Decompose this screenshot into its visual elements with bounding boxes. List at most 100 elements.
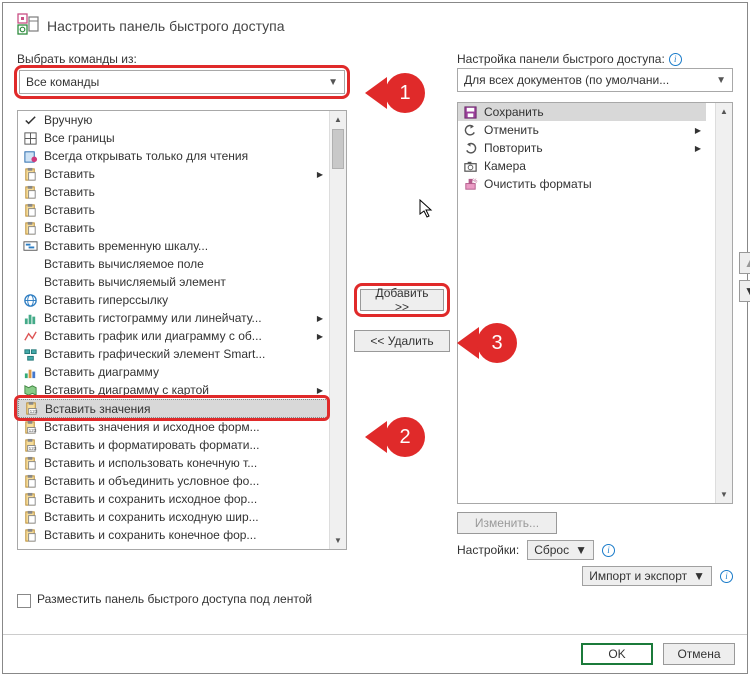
list-item[interactable]: Вставить▶ <box>18 165 328 183</box>
list-item-label: Вставить и объединить условное фо... <box>44 474 310 488</box>
submenu-indicator-icon: ▶ <box>316 170 324 179</box>
undo-icon <box>462 122 478 138</box>
list-item-label: Вставить вычисляемый элемент <box>44 275 310 289</box>
right-column: Настройка панели быстрого доступа: i Для… <box>457 52 733 586</box>
import-export-dropdown[interactable]: Импорт и экспорт ▼ <box>582 566 712 586</box>
svg-text:%: % <box>472 178 477 184</box>
list-item[interactable]: 123Вставить и форматировать формати... <box>18 436 328 454</box>
scroll-up-icon[interactable]: ▲ <box>330 111 346 128</box>
list-item[interactable]: Вставить гистограмму или линейчату...▶ <box>18 309 328 327</box>
paste8-icon <box>22 509 38 525</box>
smart-icon <box>22 346 38 362</box>
ok-button[interactable]: OK <box>581 643 653 665</box>
selected-commands-listbox[interactable]: ▲ ▼ СохранитьОтменить▶Повторить▶ Камера %О… <box>457 102 733 504</box>
redo-icon <box>462 140 478 156</box>
list-item[interactable]: Отменить▶ <box>458 121 706 139</box>
list-item[interactable]: Вставить диаграмму с картой▶ <box>18 381 328 399</box>
callout-3: 3 <box>457 323 517 363</box>
list-item-label: Вставить и сохранить конечное фор... <box>44 528 310 542</box>
scroll-down-icon[interactable]: ▼ <box>330 532 346 549</box>
list-item[interactable]: Вставить вычисляемый элемент <box>18 273 328 291</box>
list-item[interactable]: Вставить <box>18 201 328 219</box>
paste2-icon <box>22 184 38 200</box>
histo-icon <box>22 310 38 326</box>
list-item[interactable]: Вставить диаграмму <box>18 363 328 381</box>
list-item[interactable]: Вставить <box>18 183 328 201</box>
list-item[interactable]: Вставить график или диаграмму с об... ▶ <box>18 327 328 345</box>
list-item[interactable]: Вручную <box>18 111 328 129</box>
dialog: Настроить панель быстрого доступа Выбрат… <box>2 2 748 674</box>
info-icon: i <box>602 544 615 557</box>
qat-target-dropdown[interactable]: Для всех документов (по умолчани... ▼ <box>457 68 733 92</box>
dialog-header: Настроить панель быстрого доступа <box>3 3 747 42</box>
list-item[interactable]: Вставить и использовать конечную т... <box>18 454 328 472</box>
borders-icon <box>22 130 38 146</box>
available-commands-listbox[interactable]: ▲ ▼ Вручную Все границы Всегда открывать т… <box>17 110 347 550</box>
values2-icon: 123 <box>22 419 38 435</box>
list-item-label: Вставить и сохранить исходную шир... <box>44 510 310 524</box>
list-item[interactable]: Всегда открывать только для чтения <box>18 147 328 165</box>
timeline-icon <box>22 238 38 254</box>
chevron-down-icon: ▼ <box>328 77 338 88</box>
chevron-down-icon: ▼ <box>575 543 587 557</box>
paste4-icon <box>22 220 38 236</box>
choose-commands-label: Выбрать команды из: <box>17 52 347 66</box>
list-item-label: Вставить график или диаграмму с об... <box>44 329 310 343</box>
below-ribbon-checkbox[interactable] <box>17 594 31 608</box>
scroll-down-icon[interactable]: ▼ <box>716 486 732 503</box>
list-item-label: Вставить и сохранить исходное фор... <box>44 492 310 506</box>
commands-source-value: Все команды <box>26 75 99 89</box>
list-item-label: Вставить гиперссылку <box>44 293 310 307</box>
map-icon <box>22 382 38 398</box>
callout-1: 1 <box>365 73 425 113</box>
scroll-up-icon[interactable]: ▲ <box>716 103 732 120</box>
list-item-label: Вставить диаграмму с картой <box>44 383 310 397</box>
list-item[interactable]: Сохранить <box>458 103 706 121</box>
add-button[interactable]: Добавить >> <box>360 289 444 311</box>
list-item[interactable]: Вставить и сохранить исходное фор... <box>18 490 328 508</box>
scrollbar-left[interactable]: ▲ ▼ <box>329 111 346 549</box>
submenu-indicator-icon: ▶ <box>316 332 324 341</box>
paste9-icon <box>22 527 38 543</box>
list-item[interactable]: Вставить графический элемент Smart... <box>18 345 328 363</box>
list-item[interactable]: Вставить и сохранить исходную шир... <box>18 508 328 526</box>
list-item[interactable]: 123Вставить значения <box>18 399 328 418</box>
chevron-down-icon: ▼ <box>716 75 726 86</box>
modify-button[interactable]: Изменить... <box>457 512 557 534</box>
list-item-label: Вставить и использовать конечную т... <box>44 456 310 470</box>
list-item[interactable]: %Очистить форматы <box>458 175 706 193</box>
list-item[interactable]: Вставить временную шкалу... <box>18 237 328 255</box>
list-item[interactable]: Вставить и объединить условное фо... <box>18 472 328 490</box>
list-item[interactable]: 123 Вставить значения и исходное форм... <box>18 418 328 436</box>
line-icon <box>22 328 38 344</box>
list-item[interactable]: Вставить вычисляемое поле <box>18 255 328 273</box>
info-icon: i <box>669 53 682 66</box>
below-ribbon-label: Разместить панель быстрого доступа под л… <box>37 592 312 606</box>
cancel-button[interactable]: Отмена <box>663 643 735 665</box>
submenu-indicator-icon: ▶ <box>694 126 702 135</box>
list-item[interactable]: Вставить и сохранить конечное фор... <box>18 526 328 544</box>
list-item[interactable]: Вставить гиперссылку <box>18 291 328 309</box>
list-item[interactable]: Вставить <box>18 219 328 237</box>
move-up-button[interactable]: ▲ <box>739 252 750 274</box>
values3-icon: 123 <box>22 437 38 453</box>
list-item[interactable]: Повторить▶ <box>458 139 706 157</box>
reset-dropdown[interactable]: Сброс ▼ <box>527 540 594 560</box>
list-item-label: Все границы <box>44 131 310 145</box>
remove-button[interactable]: << Удалить <box>354 330 450 352</box>
scrollbar-right[interactable]: ▲ ▼ <box>715 103 732 503</box>
check-icon <box>22 112 38 128</box>
list-item[interactable]: Все границы <box>18 129 328 147</box>
list-item-label: Камера <box>484 159 688 173</box>
commands-source-dropdown[interactable]: Все команды ▼ <box>19 70 345 94</box>
dialog-footer: OK Отмена <box>3 634 747 673</box>
move-down-button[interactable]: ▼ <box>739 280 750 302</box>
scroll-thumb[interactable] <box>332 129 344 169</box>
content: Выбрать команды из: Все команды ▼ ▲ ▼ Вр… <box>3 42 747 586</box>
values-icon: 123 <box>23 401 39 417</box>
reorder-buttons: ▲ ▼ <box>739 252 750 302</box>
left-column: Выбрать команды из: Все команды ▼ ▲ ▼ Вр… <box>17 52 347 586</box>
save-icon <box>462 104 478 120</box>
list-item[interactable]: Камера <box>458 157 706 175</box>
list-item-label: Вставить значения и исходное форм... <box>44 420 310 434</box>
